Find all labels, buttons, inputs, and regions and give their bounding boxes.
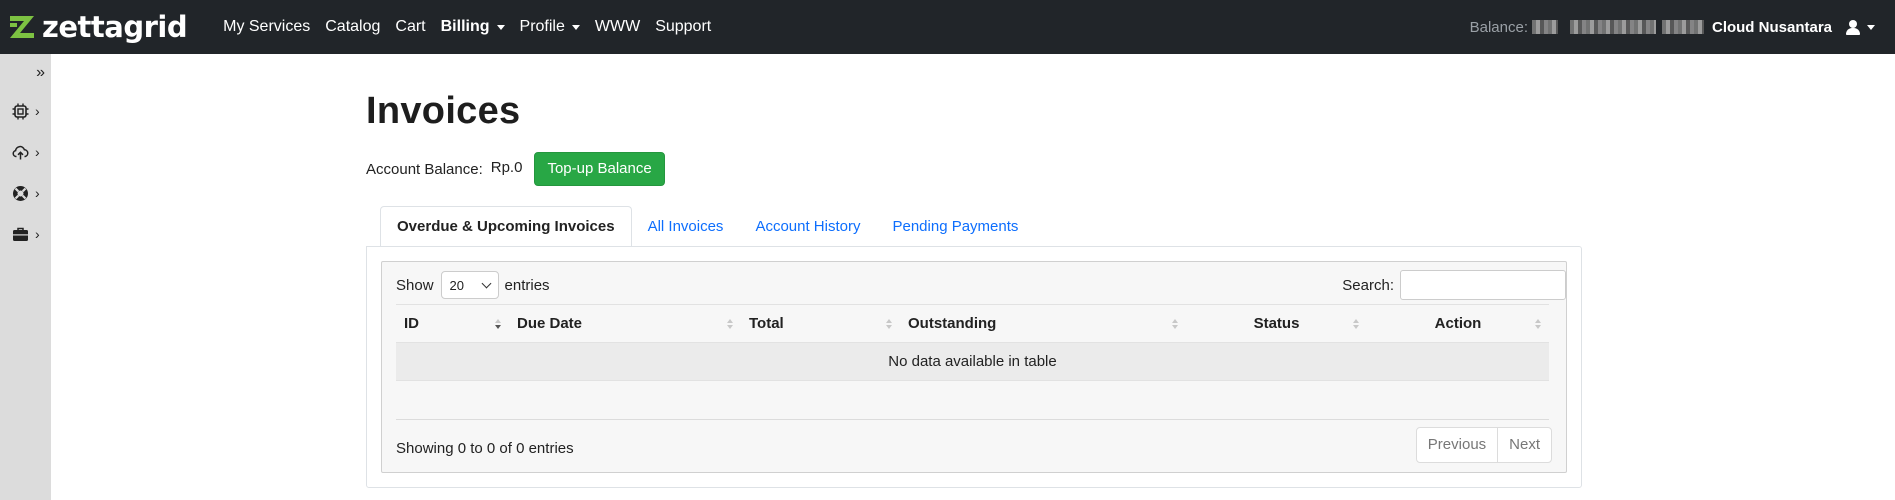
column-label: Total xyxy=(749,315,784,332)
column-header-due-date[interactable]: Due Date xyxy=(509,304,741,343)
sidebar-item-support[interactable]: › xyxy=(12,181,46,205)
column-label: Status xyxy=(1253,315,1300,332)
tab-all-invoices[interactable]: All Invoices xyxy=(632,207,740,247)
sort-icon xyxy=(1172,319,1178,329)
nav-cart[interactable]: Cart xyxy=(395,18,425,36)
redacted-text xyxy=(1569,20,1656,34)
main-nav: My Services Catalog Cart Billing Profile… xyxy=(223,0,726,54)
zettagrid-logo-icon xyxy=(8,13,36,41)
sort-desc-icon xyxy=(495,319,501,329)
account-balance-value: Rp.0 xyxy=(490,158,523,176)
redacted-balance xyxy=(1531,20,1558,34)
tab-account-history[interactable]: Account History xyxy=(739,207,876,247)
pagination: Previous Next xyxy=(1415,427,1552,463)
column-header-id[interactable]: ID xyxy=(396,304,509,343)
brand-name: zettagrid xyxy=(42,10,188,44)
sidebar-item-upload[interactable]: › xyxy=(12,140,46,164)
sidebar-item-services[interactable]: › xyxy=(12,99,46,123)
briefcase-icon xyxy=(12,226,29,243)
nav-my-services[interactable]: My Services xyxy=(223,18,310,36)
page-length-control: Show 20 entries xyxy=(396,270,550,300)
account-balance-row: Account Balance: Rp.0 Top-up Balance xyxy=(366,152,665,186)
invoice-tabs: Overdue & Upcoming Invoices All Invoices… xyxy=(380,206,1034,247)
chevron-right-icon: › xyxy=(35,185,40,201)
brand-logo[interactable]: zettagrid xyxy=(8,0,188,54)
cloud-upload-icon xyxy=(12,144,29,161)
search-label: Search: xyxy=(1342,276,1394,294)
nav-label: Catalog xyxy=(325,18,381,35)
sort-icon xyxy=(1535,319,1541,329)
user-icon xyxy=(1846,19,1860,35)
sort-icon xyxy=(886,319,892,329)
double-chevron-right-icon[interactable]: » xyxy=(36,64,45,82)
column-header-total[interactable]: Total xyxy=(741,304,900,343)
nav-label: Billing xyxy=(440,18,490,35)
chevron-down-icon xyxy=(481,278,491,288)
redacted-text xyxy=(1661,20,1704,34)
column-label: Due Date xyxy=(517,315,583,332)
page-title: Invoices xyxy=(366,90,521,132)
previous-page-button[interactable]: Previous xyxy=(1417,428,1497,462)
top-navbar: zettagrid My Services Catalog Cart Billi… xyxy=(0,0,1895,54)
nav-label: WWW xyxy=(594,18,641,35)
topup-balance-button[interactable]: Top-up Balance xyxy=(534,152,665,186)
tab-panel: Show 20 entries Search: ID Due Date Tota… xyxy=(366,246,1582,488)
column-header-outstanding[interactable]: Outstanding xyxy=(900,304,1186,343)
next-page-button[interactable]: Next xyxy=(1497,428,1551,462)
tab-overdue-upcoming[interactable]: Overdue & Upcoming Invoices xyxy=(380,206,632,247)
chevron-right-icon: › xyxy=(35,226,40,242)
nav-label: Cart xyxy=(395,18,426,35)
nav-label: My Services xyxy=(223,18,311,35)
page-length-value: 20 xyxy=(449,277,464,293)
chevron-right-icon: › xyxy=(35,144,40,160)
caret-down-icon xyxy=(1867,24,1875,30)
column-label: Outstanding xyxy=(908,315,997,332)
caret-down-icon xyxy=(571,24,580,30)
show-label: Show xyxy=(396,276,434,294)
column-header-action[interactable]: Action xyxy=(1367,304,1549,343)
empty-table-message: No data available in table xyxy=(396,342,1549,381)
invoices-table: ID Due Date Total Outstanding Status Act… xyxy=(396,304,1549,381)
entries-label: entries xyxy=(504,276,550,294)
sort-icon xyxy=(1353,319,1359,329)
table-header-row: ID Due Date Total Outstanding Status Act… xyxy=(396,304,1549,343)
nav-catalog[interactable]: Catalog xyxy=(325,18,380,36)
sort-icon xyxy=(727,319,733,329)
footer-divider xyxy=(396,419,1549,420)
nav-label: Support xyxy=(655,18,712,35)
search-control: Search: xyxy=(1342,270,1566,300)
account-summary: Balance: Cloud Nusantara xyxy=(1470,0,1875,54)
caret-down-icon xyxy=(496,24,505,30)
balance-label: Balance: xyxy=(1469,18,1528,36)
search-input[interactable] xyxy=(1400,270,1566,300)
nav-profile[interactable]: Profile xyxy=(520,18,580,36)
user-menu-button[interactable] xyxy=(1846,19,1875,35)
lifebuoy-icon xyxy=(12,185,29,202)
page-length-select[interactable]: 20 xyxy=(440,271,499,299)
company-name: Cloud Nusantara xyxy=(1711,18,1832,36)
table-info: Showing 0 to 0 of 0 entries xyxy=(396,440,574,457)
nav-www[interactable]: WWW xyxy=(595,18,640,36)
cpu-icon xyxy=(12,103,29,120)
column-header-status[interactable]: Status xyxy=(1186,304,1367,343)
column-label: ID xyxy=(404,315,419,332)
column-label: Action xyxy=(1434,315,1482,332)
tab-pending-payments[interactable]: Pending Payments xyxy=(876,207,1034,247)
table-row: No data available in table xyxy=(396,342,1549,381)
sidebar: » › › › › xyxy=(0,54,51,500)
sidebar-item-business[interactable]: › xyxy=(12,222,46,246)
invoices-datatable: Show 20 entries Search: ID Due Date Tota… xyxy=(381,261,1567,473)
chevron-right-icon: › xyxy=(35,103,40,119)
nav-label: Profile xyxy=(519,18,565,35)
nav-billing[interactable]: Billing xyxy=(441,18,505,36)
account-balance-label: Account Balance: xyxy=(366,160,483,178)
nav-support[interactable]: Support xyxy=(655,18,711,36)
